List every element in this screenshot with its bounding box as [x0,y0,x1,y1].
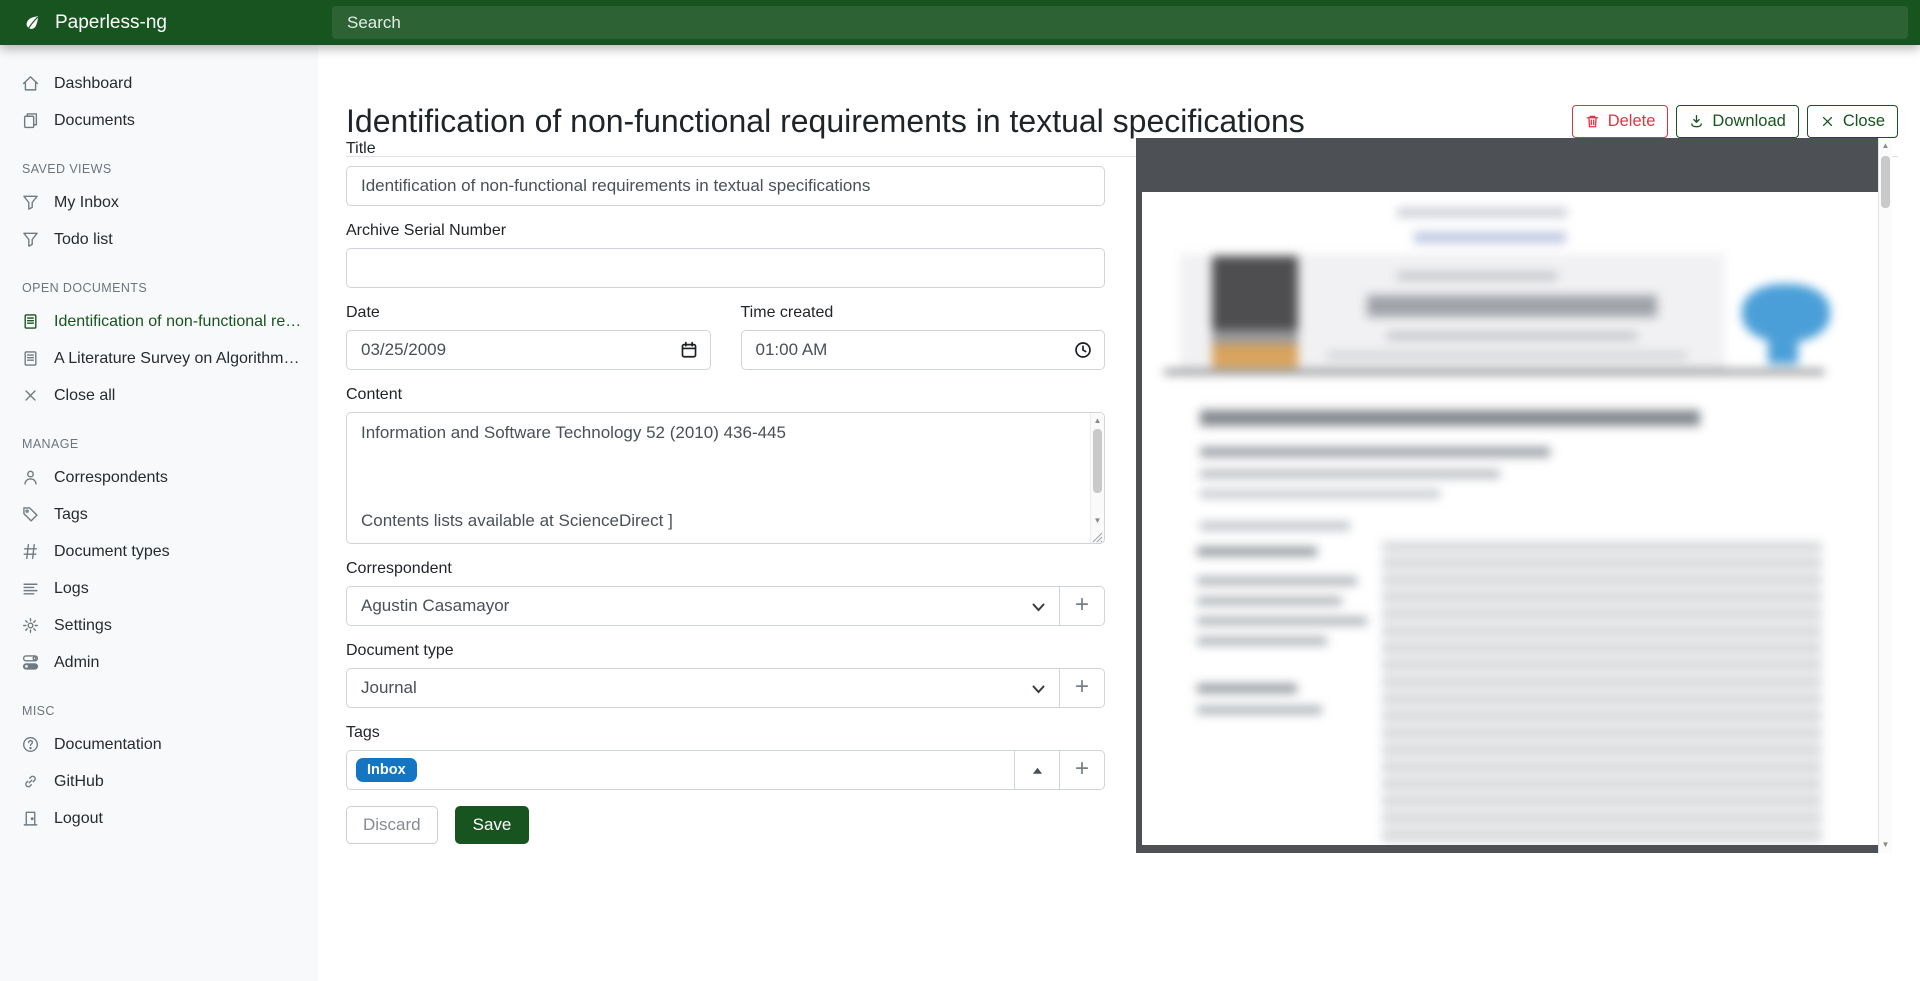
close-button[interactable]: Close [1807,105,1898,138]
caret-up-icon [1032,766,1043,775]
filter-funnel-icon [22,194,39,211]
file-text-icon [22,350,39,367]
asn-label: Archive Serial Number [346,222,1105,240]
preview-scrollbar[interactable]: ▲ ▼ [1878,138,1892,853]
sidebar-item-todo-list[interactable]: Todo list [0,221,318,258]
home-icon [22,75,39,92]
header-actions: Delete Download Close [1572,105,1898,138]
sidebar-section-open-documents: OPEN DOCUMENTS [0,273,318,303]
date-input[interactable] [346,330,711,370]
page-title: Identification of non-functional require… [346,103,1305,140]
sidebar-section-misc: MISC [0,696,318,726]
sidebar-item-github[interactable]: GitHub [0,763,318,800]
add-correspondent-button[interactable]: + [1059,586,1105,626]
tags-collapse-button[interactable] [1014,750,1060,790]
delete-button[interactable]: Delete [1572,105,1669,138]
sidebar-item-documentation[interactable]: Documentation [0,726,318,763]
app-root: Paperless-ng Dashboard Documents SAVED V… [0,0,1920,981]
date-label: Date [346,304,711,322]
correspondent-label: Correspondent [346,560,1105,578]
hash-icon [22,543,39,560]
close-x-icon [1820,114,1835,129]
paperless-leaf-logo-icon [22,13,42,33]
sidebar-item-my-inbox[interactable]: My Inbox [0,184,318,221]
person-icon [22,469,39,486]
content-line-2: Contents lists available at ScienceDirec… [361,511,673,531]
tag-badge-inbox[interactable]: Inbox [356,758,417,782]
download-icon [1689,114,1704,129]
document-type-label: Document type [346,642,1105,660]
sidebar-item-logout[interactable]: Logout [0,800,318,837]
sidebar-item-close-all[interactable]: Close all [0,377,318,414]
brand-name: Paperless-ng [55,12,167,34]
brand[interactable]: Paperless-ng [0,12,322,34]
chevron-down-icon [1032,685,1045,694]
global-search-input[interactable] [332,6,1908,39]
document-type-select[interactable]: Journal [346,668,1060,708]
gear-icon [22,617,39,634]
save-button[interactable]: Save [455,806,530,844]
filter-funnel-icon [22,231,39,248]
download-button[interactable]: Download [1676,105,1798,138]
sidebar-item-admin[interactable]: Admin [0,644,318,681]
sidebar-item-settings[interactable]: Settings [0,607,318,644]
preview-scroll-down-arrow[interactable]: ▼ [1879,838,1892,852]
sidebar: Dashboard Documents SAVED VIEWS My Inbox… [0,45,318,981]
list-lines-icon [22,580,39,597]
add-document-type-button[interactable]: + [1059,668,1105,708]
time-created-label: Time created [741,304,1106,322]
tags-label: Tags [346,724,1105,742]
main-content: Identification of non-functional require… [318,45,1920,981]
sidebar-item-document-types[interactable]: Document types [0,533,318,570]
document-preview: ▲ ▼ [1136,138,1892,853]
scroll-up-arrow[interactable]: ▲ [1091,414,1104,428]
preview-scroll-up-arrow[interactable]: ▲ [1879,139,1892,153]
sidebar-item-correspondents[interactable]: Correspondents [0,459,318,496]
pdf-page [1142,192,1878,845]
archive-serial-number-input[interactable] [346,248,1105,288]
resize-grip[interactable] [1091,530,1103,542]
scrollbar-thumb[interactable] [1093,429,1102,493]
tags-input[interactable]: Inbox [346,750,1015,790]
sidebar-item-dashboard[interactable]: Dashboard [0,65,318,102]
toggles-icon [22,654,39,671]
sidebar-item-open-doc-identification[interactable]: Identification of non-functional require… [0,303,318,340]
question-circle-icon [22,736,39,753]
title-input[interactable] [346,166,1105,206]
content-line-1: Information and Software Technology 52 (… [361,423,786,443]
link-icon [22,773,39,790]
sidebar-section-saved-views: SAVED VIEWS [0,154,318,184]
chevron-down-icon [1032,603,1045,612]
tag-icon [22,506,39,523]
add-tag-button[interactable]: + [1059,750,1105,790]
title-label: Title [346,140,1105,158]
sidebar-item-documents[interactable]: Documents [0,102,318,139]
file-text-icon [22,313,39,330]
document-edit-form: Title Archive Serial Number Date [346,140,1105,844]
sidebar-item-tags[interactable]: Tags [0,496,318,533]
content-textarea[interactable]: Information and Software Technology 52 (… [346,412,1105,544]
correspondent-select[interactable]: Agustin Casamayor [346,586,1060,626]
sidebar-section-manage: MANAGE [0,429,318,459]
trash-icon [1585,114,1600,129]
form-actions: Discard Save [346,806,1105,844]
logout-door-icon [22,810,39,827]
sidebar-item-open-doc-literature-survey[interactable]: A Literature Survey on Algorithms for Mu… [0,340,318,377]
x-icon [22,387,39,404]
scroll-down-arrow[interactable]: ▼ [1091,514,1104,528]
documents-icon [22,112,39,129]
discard-button[interactable]: Discard [346,806,438,844]
top-navbar: Paperless-ng [0,0,1920,45]
content-label: Content [346,386,1105,404]
time-created-input[interactable] [741,330,1106,370]
sidebar-item-logs[interactable]: Logs [0,570,318,607]
pdf-page-blurred-content [1142,192,1878,845]
content-scrollbar[interactable]: ▲ ▼ [1090,413,1104,543]
preview-scrollbar-thumb[interactable] [1881,156,1890,208]
